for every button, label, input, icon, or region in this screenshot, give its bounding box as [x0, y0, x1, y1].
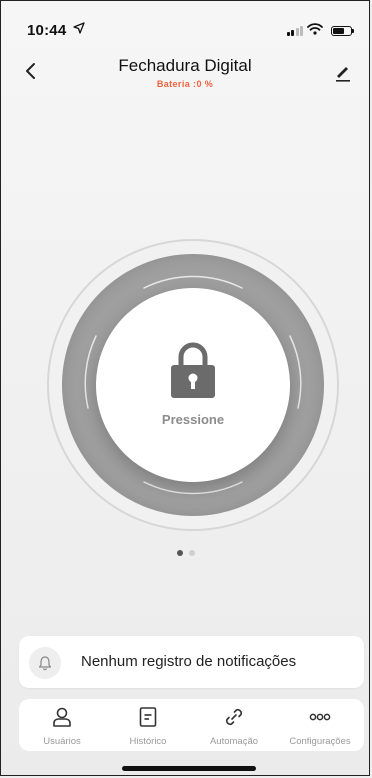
location-arrow-icon	[73, 22, 85, 37]
tab-bar: Usuários Histórico Automação Configuraçõ…	[19, 699, 364, 751]
bell-icon	[38, 656, 52, 671]
bell-icon-wrap	[29, 647, 61, 679]
tab-label: Automação	[209, 736, 259, 747]
page-dot[interactable]	[177, 550, 183, 556]
link-icon	[225, 708, 243, 726]
lock-control: Pressione	[47, 239, 339, 531]
app-screen: 10:44 Fechadura Digital Bateria :0 % Pre…	[0, 0, 370, 776]
tab-label: Usuários	[43, 736, 81, 747]
signal-icon	[286, 26, 303, 36]
tab-automation[interactable]: Automação	[191, 699, 277, 751]
more-icon	[309, 713, 331, 721]
wifi-icon	[307, 23, 323, 35]
edit-icon[interactable]	[333, 63, 353, 83]
page-title: Fechadura Digital	[118, 56, 252, 75]
battery-status: Bateria :0 %	[156, 79, 214, 89]
lock-icon	[171, 342, 215, 398]
tab-users[interactable]: Usuários	[19, 699, 105, 751]
battery-icon	[331, 26, 354, 36]
home-indicator	[122, 766, 256, 771]
notification-card[interactable]: Nenhum registro de notificações	[19, 636, 364, 688]
tab-label: Configurações	[289, 736, 351, 747]
press-label: Pressione	[161, 412, 225, 427]
status-time: 10:44	[27, 22, 67, 39]
tab-history[interactable]: Histórico	[105, 699, 191, 751]
tab-label: Histórico	[129, 736, 167, 747]
header: Fechadura Digital Bateria :0 %	[1, 51, 369, 97]
press-button[interactable]: Pressione	[96, 288, 290, 482]
tab-settings[interactable]: Configurações	[277, 699, 363, 751]
status-bar: 10:44	[1, 1, 369, 45]
page-indicator	[177, 550, 195, 556]
history-icon	[139, 707, 157, 727]
user-icon	[53, 707, 71, 727]
page-dot[interactable]	[189, 550, 195, 556]
notification-text: Nenhum registro de notificações	[81, 653, 297, 670]
